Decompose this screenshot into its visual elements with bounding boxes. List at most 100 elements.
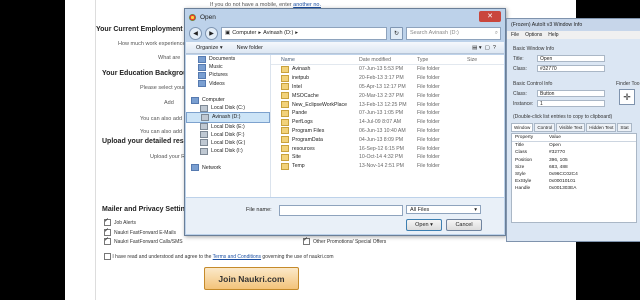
file-row[interactable]: Avinash 07-Jun-13 5:53 PM File folder — [271, 65, 504, 74]
terms-link[interactable]: Terms and Conditions — [213, 254, 261, 260]
finder-crosshair-icon[interactable]: ✛ — [619, 89, 635, 105]
nav-item[interactable]: Computer — [186, 96, 270, 104]
nav-item[interactable]: Local Disk (F:) — [186, 131, 270, 139]
file-date: 05-Apr-13 12:17 PM — [359, 83, 406, 90]
property-value: Value — [549, 135, 561, 141]
open-button-label: Open — [415, 222, 429, 228]
column-type[interactable]: Type — [417, 57, 467, 63]
checkbox-box[interactable] — [303, 236, 310, 245]
tab-stat[interactable]: Stat — [617, 123, 632, 132]
file-name-input[interactable] — [279, 205, 403, 216]
property-row[interactable]: Position 396, 105 — [512, 157, 636, 164]
file-row[interactable]: Site 10-Oct-14 4:32 PM File folder — [271, 153, 504, 162]
nav-item[interactable]: Network — [186, 163, 270, 172]
navigation-pane: Documents Music Pictures Videos Computer Loca… — [186, 55, 271, 197]
folder-icon — [281, 65, 289, 73]
join-naukri-button[interactable]: Join Naukri.com — [204, 267, 299, 290]
job-alerts-checkbox[interactable]: Job Alerts — [104, 217, 136, 226]
menu-file[interactable]: File — [511, 32, 519, 38]
open-button[interactable]: Open ▾ — [406, 219, 442, 231]
new-folder-button[interactable]: New folder — [237, 45, 263, 51]
column-size[interactable]: Size — [467, 57, 501, 63]
file-row[interactable]: Program Files 06-Jun-13 10:40 AM File fold… — [271, 127, 504, 136]
tab-visible-text[interactable]: Visible Text — [556, 123, 586, 132]
property-row[interactable]: Title Open — [512, 142, 636, 149]
drive-icon — [200, 123, 208, 131]
checkbox-box[interactable] — [104, 217, 111, 226]
file-date: 04-Jun-13 8:09 PM — [359, 136, 404, 143]
folder-icon — [281, 101, 289, 109]
checkbox-box[interactable] — [104, 227, 111, 236]
nav-item[interactable]: Music — [186, 63, 270, 71]
file-row[interactable]: ProgramData 04-Jun-13 8:09 PM File folder — [271, 135, 504, 144]
file-row[interactable]: Intel 05-Apr-13 12:17 PM File folder — [271, 83, 504, 92]
nav-item[interactable]: Pictures — [186, 71, 270, 79]
forward-button[interactable]: ▶ — [205, 26, 218, 40]
instance-value: 1 — [537, 100, 605, 107]
breadcrumb-item[interactable]: Computer — [232, 30, 256, 36]
add-education-link[interactable]: Add — [164, 100, 174, 106]
file-type-select[interactable]: All Files ▾ — [406, 205, 481, 214]
nav-item[interactable]: Local Disk (G:) — [186, 139, 270, 147]
nav-item[interactable]: Videos — [186, 80, 270, 88]
file-row[interactable]: New_EclipseWorkPlace 13-Feb-13 12:25 PM Fi… — [271, 100, 504, 109]
file-name: Site — [292, 154, 301, 161]
nav-item-label: Computer — [202, 97, 225, 104]
refresh-icon[interactable]: ↻ — [390, 26, 403, 40]
file-name-cell: Temp — [271, 162, 359, 170]
column-date[interactable]: Date modified — [359, 57, 417, 63]
tab-control[interactable]: Control — [534, 123, 556, 132]
file-name-cell: inetpub — [271, 74, 359, 82]
file-row[interactable]: MSOCache 20-Mar-13 2:37 PM File folder — [271, 91, 504, 100]
breadcrumb[interactable]: ▣ Computer ▸ Avinash (D:) ▸ — [221, 26, 387, 40]
file-row[interactable]: PerfLogs 14-Jul-09 8:07 AM File folder — [271, 118, 504, 127]
library-icon — [198, 55, 206, 63]
property-row[interactable]: ExStyle 0x00010101 — [512, 178, 636, 185]
fastforward-calls-checkbox[interactable]: Naukri FastForward Calls/SMS — [104, 236, 183, 245]
nav-item-label: Videos — [209, 80, 225, 87]
chevron-down-icon: ▾ — [474, 206, 477, 213]
back-button[interactable]: ◀ — [189, 26, 202, 40]
nav-item[interactable]: Local Disk (C:) — [186, 104, 270, 112]
cancel-button[interactable]: Cancel — [446, 219, 482, 231]
control-class-label: Class: — [513, 91, 527, 97]
property-row[interactable]: Size 683, 488 — [512, 164, 636, 171]
view-options-icon[interactable]: ▤ ▾ ▢ ? — [472, 45, 496, 51]
search-input[interactable]: Search Avinash (D:) ⌕ — [406, 26, 501, 40]
file-row[interactable]: resources 16-Sep-12 6:15 PM File folder — [271, 144, 504, 153]
open-dialog: Open ✕ ◀ ▶ ▣ Computer ▸ Avinash (D:) ▸ ↻… — [184, 8, 506, 236]
finder-tool-label: Finder Too — [616, 81, 640, 87]
organize-button[interactable]: Organize ▾ — [196, 45, 223, 51]
breadcrumb-item[interactable]: Avinash (D:) — [263, 30, 293, 36]
file-row[interactable]: Temp 13-Nov-14 2:51 PM File folder — [271, 162, 504, 171]
property-key: Handle — [515, 186, 531, 192]
breadcrumb-separator-icon: ▸ — [295, 30, 299, 36]
nav-item[interactable]: Local Disk (I:) — [186, 147, 270, 155]
fastforward-email-checkbox[interactable]: Naukri FastForward E-Mails — [104, 227, 176, 236]
nav-item[interactable]: Documents — [186, 55, 270, 63]
add-more-link-2[interactable]: You can also add — [140, 129, 182, 135]
property-row[interactable]: Style 0x96CC02C4 — [512, 171, 636, 178]
terms-checkbox[interactable] — [104, 253, 111, 260]
property-value: 683, 488 — [549, 164, 568, 170]
property-row[interactable]: Property Value — [512, 134, 636, 143]
property-row[interactable]: Class #32770 — [512, 149, 636, 156]
file-row[interactable]: inetpub 20-Feb-13 3:17 PM File folder — [271, 74, 504, 83]
tab-hidden-text[interactable]: Hidden Text — [586, 123, 617, 132]
folder-icon — [281, 118, 289, 126]
education-hint: Please select your — [140, 85, 185, 91]
folder-icon — [281, 109, 289, 117]
file-row[interactable]: Pande 07-Jun-13 1:05 PM File folder — [271, 109, 504, 118]
menu-options[interactable]: Options — [525, 32, 542, 38]
file-name-cell: ProgramData — [271, 136, 359, 144]
close-button[interactable]: ✕ — [479, 11, 501, 22]
nav-item[interactable]: Avinash (D:) — [186, 112, 270, 123]
menu-help[interactable]: Help — [548, 32, 558, 38]
tab-window[interactable]: Window — [511, 123, 534, 132]
property-row[interactable]: Handle 0x001303EA — [512, 185, 636, 192]
nav-item[interactable]: Local Disk (E:) — [186, 123, 270, 131]
checkbox-box[interactable] — [104, 236, 111, 245]
other-promotions-checkbox[interactable]: Other Promotions/ Special Offers — [303, 236, 386, 245]
column-name[interactable]: Name — [271, 57, 359, 63]
add-more-link[interactable]: You can also add — [140, 116, 182, 122]
